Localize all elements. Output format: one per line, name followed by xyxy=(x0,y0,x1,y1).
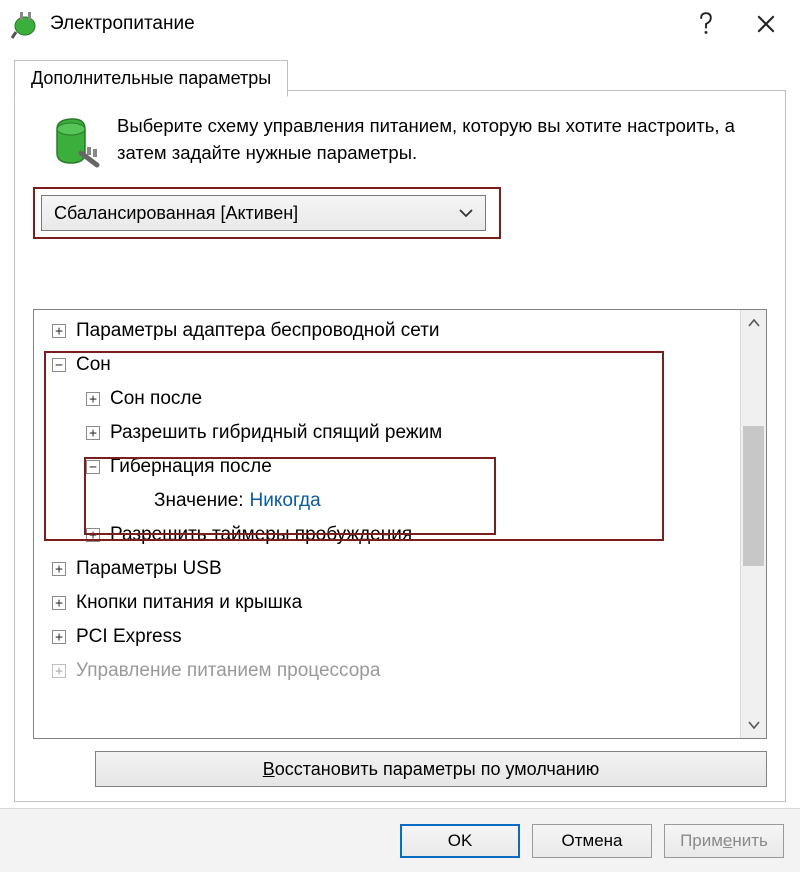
settings-tree: + Параметры адаптера беспроводной сети −… xyxy=(34,310,740,738)
tree-value-hibernate[interactable]: Значение: Никогда xyxy=(34,484,740,518)
expand-icon[interactable]: + xyxy=(52,630,66,644)
titlebar: Электропитание xyxy=(0,0,800,48)
ok-button[interactable]: OK xyxy=(400,824,520,858)
close-button[interactable] xyxy=(736,0,796,48)
tree-node-usb[interactable]: + Параметры USB xyxy=(34,552,740,586)
scroll-track[interactable] xyxy=(741,336,766,712)
expand-icon[interactable]: + xyxy=(86,392,100,406)
chevron-down-icon xyxy=(459,208,473,218)
button-label: OK xyxy=(448,831,473,851)
collapse-icon[interactable]: − xyxy=(52,358,66,372)
scroll-up-icon[interactable] xyxy=(741,310,766,336)
tree-node-wake-timers[interactable]: + Разрешить таймеры пробуждения xyxy=(34,518,740,552)
expand-icon[interactable]: + xyxy=(86,426,100,440)
tree-node-pci-express[interactable]: + PCI Express xyxy=(34,620,740,654)
button-label: Отмена xyxy=(562,831,623,851)
tab-label: Дополнительные параметры xyxy=(31,68,271,88)
apply-button[interactable]: Применить xyxy=(664,824,784,858)
tree-node-sleep[interactable]: − Сон xyxy=(34,348,740,382)
value-label: Значение: xyxy=(154,490,244,512)
settings-tree-container: + Параметры адаптера беспроводной сети −… xyxy=(33,309,767,739)
dialog-footer: OK Отмена Применить xyxy=(0,808,800,872)
combo-value: Сбалансированная [Активен] xyxy=(54,203,298,224)
collapse-icon[interactable]: − xyxy=(86,460,100,474)
scroll-thumb[interactable] xyxy=(743,426,764,566)
window-title: Электропитание xyxy=(50,13,676,35)
tree-node-hybrid-sleep[interactable]: + Разрешить гибридный спящий режим xyxy=(34,416,740,450)
button-label: Применить xyxy=(680,831,768,851)
intro: Выберите схему управления питанием, кото… xyxy=(15,91,785,183)
expand-icon[interactable]: + xyxy=(86,528,100,542)
tree-node-cpu-power[interactable]: + Управление питанием процессора xyxy=(34,654,740,688)
expand-icon[interactable]: + xyxy=(52,562,66,576)
tree-node-sleep-after[interactable]: + Сон после xyxy=(34,382,740,416)
expand-icon[interactable]: + xyxy=(52,596,66,610)
tab-panel: Выберите схему управления питанием, кото… xyxy=(14,90,786,802)
scroll-down-icon[interactable] xyxy=(741,712,766,738)
power-plug-icon xyxy=(10,8,42,40)
tree-node-hibernate-after[interactable]: − Гибернация после xyxy=(34,450,740,484)
help-button[interactable] xyxy=(676,0,736,48)
vertical-scrollbar[interactable] xyxy=(740,310,766,738)
battery-plug-icon xyxy=(45,113,101,169)
intro-text: Выберите схему управления питанием, кото… xyxy=(117,113,763,169)
cancel-button[interactable]: Отмена xyxy=(532,824,652,858)
button-label: Восстановить параметры по умолчанию xyxy=(263,759,600,780)
expand-icon[interactable]: + xyxy=(52,324,66,338)
value-text: Никогда xyxy=(250,490,321,512)
restore-defaults-button[interactable]: Восстановить параметры по умолчанию xyxy=(95,751,767,787)
tree-node-wireless[interactable]: + Параметры адаптера беспроводной сети xyxy=(34,314,740,348)
expand-icon[interactable]: + xyxy=(52,664,66,678)
scheme-highlight: Сбалансированная [Активен] xyxy=(33,187,501,239)
power-scheme-combo[interactable]: Сбалансированная [Активен] xyxy=(41,195,486,231)
tab-advanced[interactable]: Дополнительные параметры xyxy=(14,60,288,97)
power-options-dialog: Электропитание Дополнительные параметры xyxy=(0,0,800,872)
tree-node-buttons-lid[interactable]: + Кнопки питания и крышка xyxy=(34,586,740,620)
